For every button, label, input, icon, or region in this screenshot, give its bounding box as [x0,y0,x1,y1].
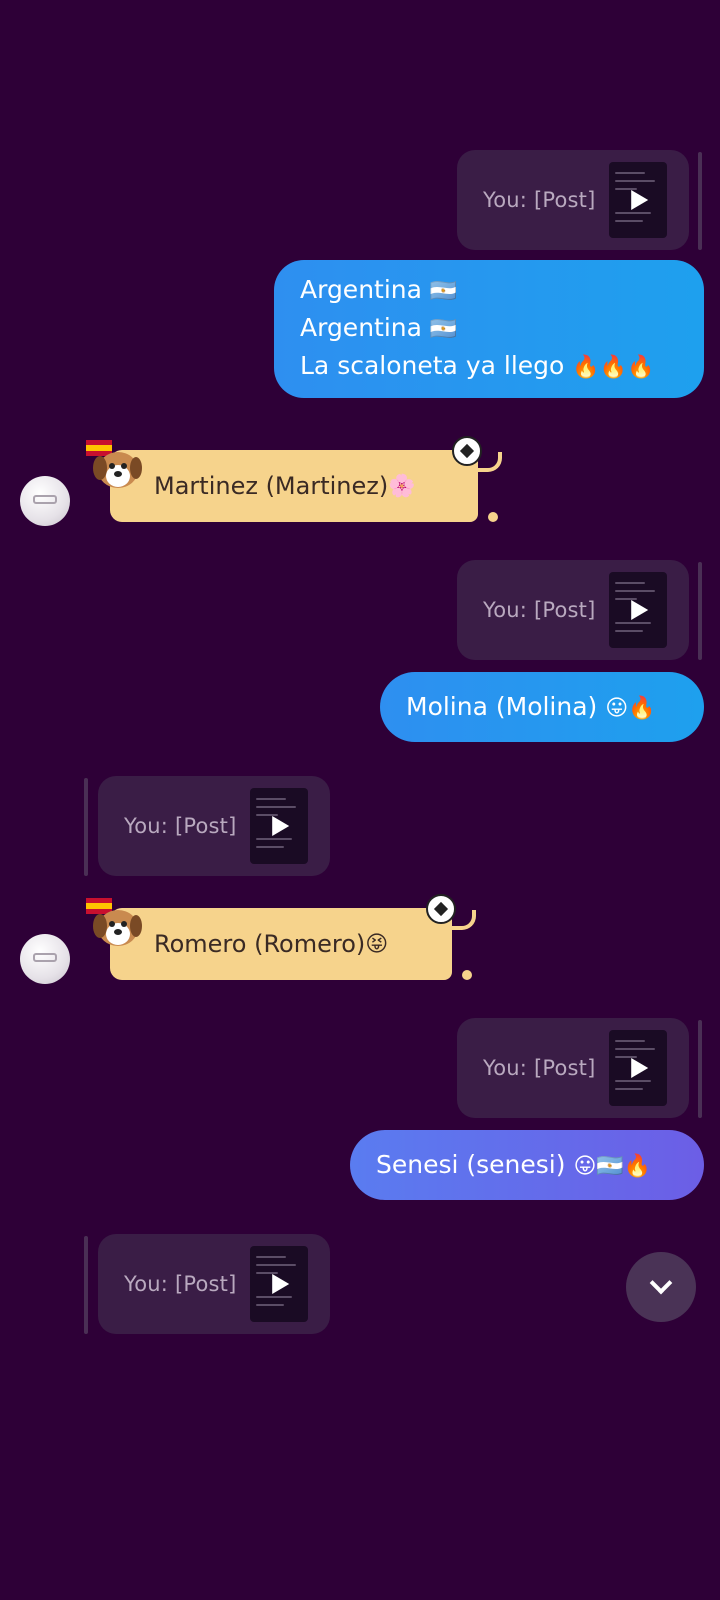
dog-sticker-icon [86,898,142,946]
argentina-flag-icon: 🇦🇷 [429,317,458,342]
post-label: You: [Post] [124,814,237,838]
reply-bar [84,1236,88,1334]
post-thumbnail[interactable] [609,1030,667,1106]
sent-message-bubble[interactable]: Argentina 🇦🇷 Argentina 🇦🇷 La scaloneta y… [274,260,704,398]
emoji-icon: 😛🔥 [605,696,656,721]
post-label: You: [Post] [124,1272,237,1296]
argentina-flag-icon: 🇦🇷 [429,279,458,304]
play-icon [272,816,290,836]
bubble-tail [474,452,502,472]
post-label: You: [Post] [483,188,596,212]
play-icon [272,1274,290,1294]
emoji-icon: 😝 [365,931,389,957]
reply-bar [698,1020,702,1118]
received-message-bubble[interactable]: Romero (Romero) 😝 [110,908,452,980]
avatar[interactable] [20,476,70,526]
post-thumbnail[interactable] [250,1246,308,1322]
scroll-to-bottom-button[interactable] [626,1252,696,1322]
shared-post-card[interactable]: You: [Post] [98,1234,330,1334]
shared-post-card[interactable]: You: [Post] [98,776,330,876]
avatar[interactable] [20,934,70,984]
message-text: Molina (Molina) [406,692,598,721]
bubble-tail [488,512,498,522]
message-text: Argentina [300,313,422,342]
fire-icon: 🔥🔥🔥 [572,355,655,380]
post-thumbnail[interactable] [609,162,667,238]
message-text: La scaloneta ya llego [300,351,565,380]
message-text: Argentina [300,275,422,304]
play-icon [631,1058,649,1078]
reply-bar [698,152,702,250]
reply-bar [698,562,702,660]
dog-sticker-icon [86,440,142,488]
bubble-tail [462,970,472,980]
chevron-down-icon [649,1271,673,1295]
emoji-icon: 😛🇦🇷🔥 [573,1154,652,1179]
message-text: Martinez (Martinez) [154,472,389,500]
received-message-bubble[interactable]: Martinez (Martinez) 🌸 [110,450,478,522]
play-icon [631,190,649,210]
shared-post-card[interactable]: You: [Post] [457,1018,689,1118]
reply-bar [84,778,88,876]
shared-post-card[interactable]: You: [Post] [457,150,689,250]
flower-icon: 🌸 [388,473,416,499]
shared-post-card[interactable]: You: [Post] [457,560,689,660]
post-label: You: [Post] [483,1056,596,1080]
play-icon [631,600,649,620]
bubble-tail [448,910,476,930]
message-text: Senesi (senesi) [376,1150,566,1179]
post-label: You: [Post] [483,598,596,622]
sent-message-bubble[interactable]: Senesi (senesi) 😛🇦🇷🔥 [350,1130,704,1200]
post-thumbnail[interactable] [609,572,667,648]
message-text: Romero (Romero) [154,930,366,958]
post-thumbnail[interactable] [250,788,308,864]
sent-message-bubble[interactable]: Molina (Molina) 😛🔥 [380,672,704,742]
